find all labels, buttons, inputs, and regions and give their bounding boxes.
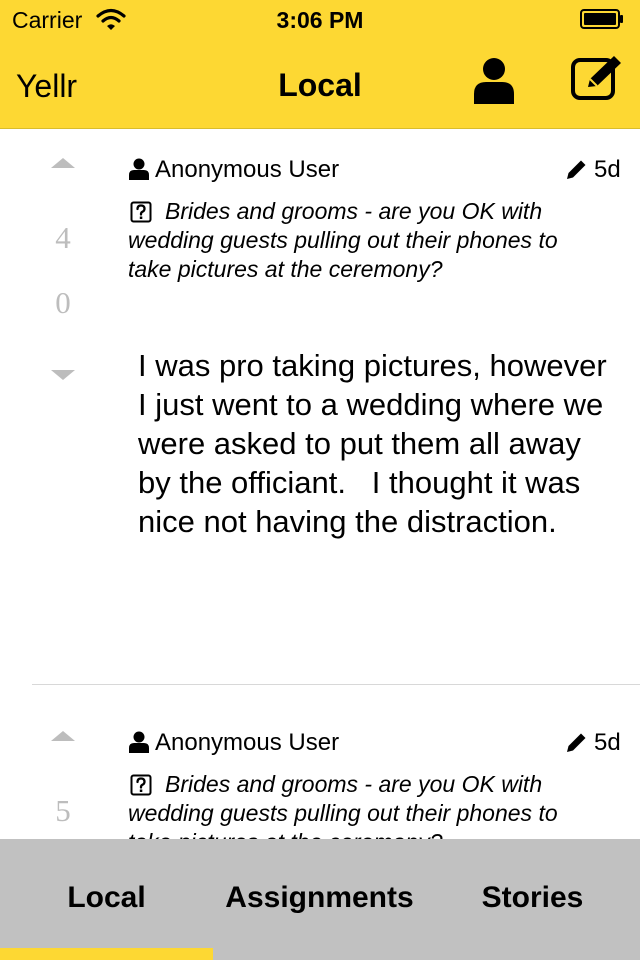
assignment-question[interactable]: Brides and grooms - are you OK with wedd… [128,770,568,839]
downvote-icon[interactable] [50,367,76,383]
feed-list[interactable]: 4 0 Anonymous User 5d Brides and grooms … [0,129,640,839]
navigation-bar: Yellr Local [0,40,640,128]
pencil-icon [567,733,586,752]
author-name: Anonymous User [155,729,340,756]
tab-local[interactable]: Local [0,839,213,960]
page-title: Local [278,67,362,103]
tab-bar: Local Assignments Stories [0,839,640,960]
active-tab-indicator [0,948,213,960]
post-body: I was pro taking pictures, however I jus… [138,348,616,539]
top-bar: Carrier 3:06 PM Yellr Local [0,0,640,129]
post-item[interactable]: 4 0 Anonymous User 5d Brides and grooms … [0,129,640,685]
post-age: 5d [594,729,621,756]
post-age: 5d [594,156,621,183]
battery-icon [580,9,623,29]
compose-icon[interactable] [570,54,624,102]
upvote-icon[interactable] [50,728,76,744]
user-icon [129,731,149,753]
post-divider [32,684,640,685]
tab-stories[interactable]: Stories [426,839,639,960]
upvote-count: 4 [55,220,71,255]
pencil-icon [567,160,586,179]
status-bar: Carrier 3:06 PM [0,0,640,40]
assignment-question[interactable]: Brides and grooms - are you OK with wedd… [128,197,568,284]
author-name: Anonymous User [155,156,340,183]
user-icon [129,158,149,180]
status-time: 3:06 PM [276,7,364,33]
profile-icon[interactable] [470,56,518,104]
downvote-count: 0 [55,285,71,320]
upvote-icon[interactable] [50,155,76,171]
upvote-count: 5 [55,793,71,828]
tab-assignments[interactable]: Assignments [213,839,426,960]
post-item[interactable]: 5 Anonymous User 5d Brides and grooms - … [0,702,640,839]
